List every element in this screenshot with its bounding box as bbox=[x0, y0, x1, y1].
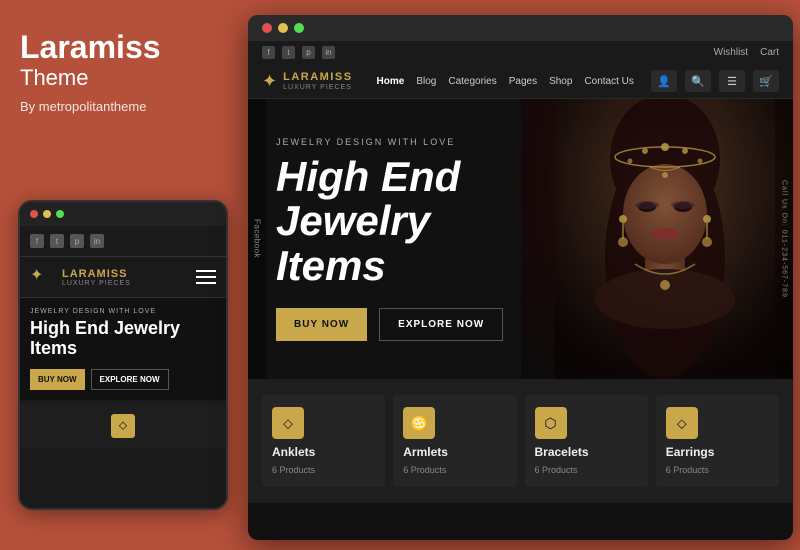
nav-shop[interactable]: Shop bbox=[549, 76, 572, 87]
explore-now-button[interactable]: EXPLORE NOW bbox=[379, 308, 503, 341]
mobile-hero-buttons: BUY NOW EXPLORE NOW bbox=[30, 369, 216, 390]
mobile-category-bar: ⬦ bbox=[20, 404, 226, 448]
mobile-category-icon: ⬦ bbox=[111, 414, 135, 438]
category-bracelets[interactable]: ⬡ Bracelets 6 Products bbox=[525, 395, 648, 487]
mobile-mockup: f t p in ✦ LARAMISS LUXURY PIECES JEWELR… bbox=[18, 200, 228, 510]
mobile-explore-button[interactable]: EXPLORE NOW bbox=[91, 369, 169, 390]
call-us-text: Call Us On: 011-234-567-789 bbox=[781, 180, 788, 298]
desktop-navbar: ✦ LARAMISS LUXURY PIECES Home Blog Categ… bbox=[248, 64, 793, 99]
user-icon[interactable]: 👤 bbox=[651, 70, 677, 92]
desktop-logo[interactable]: ✦ LARAMISS LUXURY PIECES bbox=[262, 71, 353, 92]
bracelets-name: Bracelets bbox=[535, 445, 589, 459]
mobile-dot-yellow bbox=[43, 210, 51, 218]
nav-contact[interactable]: Contact Us bbox=[584, 76, 633, 87]
mobile-logo-sub: LUXURY PIECES bbox=[62, 280, 131, 287]
earrings-count: 6 Products bbox=[666, 465, 709, 475]
desktop-logo-text-wrap: LARAMISS LUXURY PIECES bbox=[283, 71, 352, 91]
hero-title: High End Jewelry Items bbox=[276, 155, 528, 287]
nav-pages[interactable]: Pages bbox=[509, 76, 537, 87]
mobile-logo-text-wrap: LARAMISS LUXURY PIECES bbox=[62, 268, 131, 287]
category-earrings[interactable]: ⬦ Earrings 6 Products bbox=[656, 395, 779, 487]
menu-icon[interactable]: ☰ bbox=[719, 70, 745, 92]
left-panel: Laramiss Theme By metropolitantheme f t … bbox=[0, 0, 240, 550]
mobile-hero-title: High End Jewelry Items bbox=[30, 319, 216, 359]
cart-icon[interactable]: 🛒 bbox=[753, 70, 779, 92]
mobile-hamburger-icon[interactable] bbox=[196, 270, 216, 284]
nav-categories[interactable]: Categories bbox=[448, 76, 496, 87]
category-armlets[interactable]: ♋ Armlets 6 Products bbox=[393, 395, 516, 487]
hero-image: Call Us On: 011-234-567-789 bbox=[521, 99, 794, 379]
mobile-logo-icon: ✦ bbox=[30, 265, 54, 289]
desktop-titlebar bbox=[248, 15, 793, 41]
mobile-logo-name: LARAMISS bbox=[62, 268, 131, 280]
desktop-dot-green bbox=[294, 23, 304, 33]
mobile-linkedin-icon: in bbox=[90, 234, 104, 248]
brand-subtitle: Theme bbox=[20, 65, 220, 91]
mobile-social-nav: f t p in bbox=[20, 226, 226, 257]
desktop-dot-yellow bbox=[278, 23, 288, 33]
mobile-logo-area: ✦ LARAMISS LUXURY PIECES bbox=[20, 257, 226, 298]
search-icon[interactable]: 🔍 bbox=[685, 70, 711, 92]
mobile-twitter-icon: t bbox=[50, 234, 64, 248]
mobile-hero-label: JEWELRY DESIGN WITH LOVE bbox=[30, 308, 216, 315]
desktop-pinterest-icon[interactable]: p bbox=[302, 46, 315, 59]
hero-buttons: BUY NOW EXPLORE NOW bbox=[276, 308, 528, 341]
desktop-linkedin-icon[interactable]: in bbox=[322, 46, 335, 59]
category-anklets[interactable]: ⬦ Anklets 6 Products bbox=[262, 395, 385, 487]
hero-title-line3: Items bbox=[276, 242, 386, 289]
hero-label: JEWELRY DESIGN WITH LOVE bbox=[276, 137, 528, 147]
desktop-logo-sub: LUXURY PIECES bbox=[283, 84, 352, 91]
mobile-dot-red bbox=[30, 210, 38, 218]
desktop-logo-symbol: ✦ bbox=[262, 71, 277, 92]
nav-home[interactable]: Home bbox=[377, 76, 405, 87]
desktop-top-bar: f t p in Wishlist Cart bbox=[248, 41, 793, 64]
desktop-hero: Facebook JEWELRY DESIGN WITH LOVE High E… bbox=[248, 99, 793, 379]
armlets-icon: ♋ bbox=[403, 407, 435, 439]
nav-blog[interactable]: Blog bbox=[416, 76, 436, 87]
desktop-logo-name: LARAMISS bbox=[283, 71, 352, 84]
brand-by: By metropolitantheme bbox=[20, 99, 220, 114]
bracelets-icon: ⬡ bbox=[535, 407, 567, 439]
hero-title-line2: Jewelry bbox=[276, 197, 430, 244]
wishlist-link[interactable]: Wishlist bbox=[714, 47, 748, 58]
bracelets-count: 6 Products bbox=[535, 465, 578, 475]
mobile-titlebar bbox=[20, 202, 226, 226]
hero-social-sidebar: Facebook bbox=[248, 99, 266, 379]
mobile-pinterest-icon: p bbox=[70, 234, 84, 248]
mobile-buy-button[interactable]: BUY NOW bbox=[30, 369, 85, 390]
desktop-nav-links: Home Blog Categories Pages Shop Contact … bbox=[377, 76, 637, 87]
earrings-name: Earrings bbox=[666, 445, 715, 459]
desktop-top-links: Wishlist Cart bbox=[714, 47, 779, 58]
anklets-count: 6 Products bbox=[272, 465, 315, 475]
hero-title-line1: High End bbox=[276, 153, 460, 200]
mobile-dot-green bbox=[56, 210, 64, 218]
armlets-count: 6 Products bbox=[403, 465, 446, 475]
desktop-mockup: f t p in Wishlist Cart ✦ LARAMISS LUXURY… bbox=[248, 15, 793, 540]
desktop-nav-icons: 👤 🔍 ☰ 🛒 bbox=[651, 70, 779, 92]
desktop-categories: ⬦ Anklets 6 Products ♋ Armlets 6 Product… bbox=[248, 379, 793, 503]
desktop-social-row: f t p in bbox=[262, 46, 335, 59]
brand-title: Laramiss bbox=[20, 30, 220, 65]
anklets-icon: ⬦ bbox=[272, 407, 304, 439]
cart-link[interactable]: Cart bbox=[760, 47, 779, 58]
hero-content: JEWELRY DESIGN WITH LOVE High End Jewelr… bbox=[248, 99, 548, 379]
mobile-hero-section: JEWELRY DESIGN WITH LOVE High End Jewelr… bbox=[20, 298, 226, 400]
anklets-name: Anklets bbox=[272, 445, 315, 459]
hero-sidebar-text: Call Us On: 011-234-567-789 bbox=[775, 99, 793, 379]
hero-image-inner bbox=[521, 99, 794, 379]
armlets-name: Armlets bbox=[403, 445, 448, 459]
desktop-facebook-icon[interactable]: f bbox=[262, 46, 275, 59]
desktop-dot-red bbox=[262, 23, 272, 33]
mobile-facebook-icon: f bbox=[30, 234, 44, 248]
buy-now-button[interactable]: BUY NOW bbox=[276, 308, 367, 341]
desktop-twitter-icon[interactable]: t bbox=[282, 46, 295, 59]
portrait-svg bbox=[555, 99, 775, 379]
hero-facebook-link[interactable]: Facebook bbox=[253, 219, 262, 258]
mobile-social-row: f t p in bbox=[30, 234, 104, 248]
earrings-icon: ⬦ bbox=[666, 407, 698, 439]
